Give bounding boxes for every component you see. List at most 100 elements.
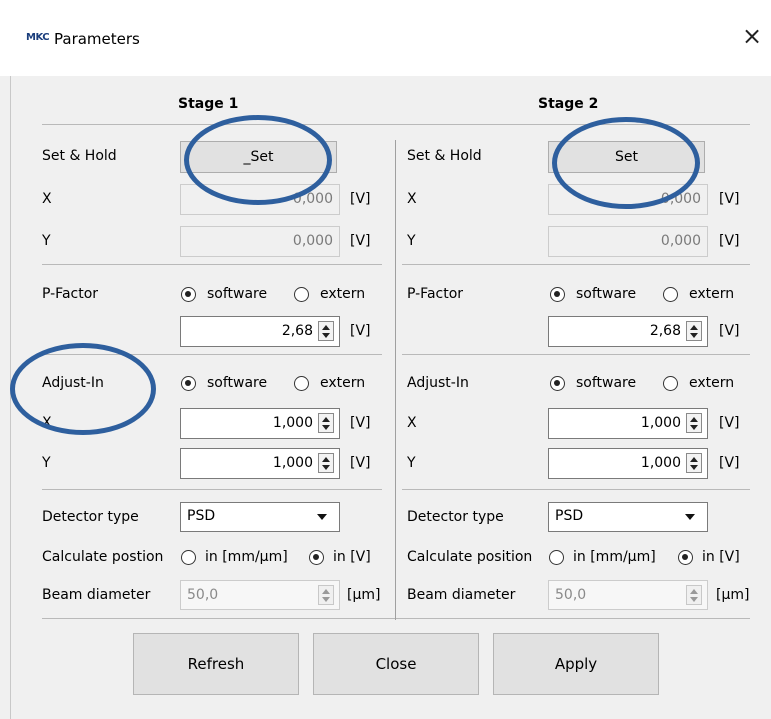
window-left-border	[10, 0, 11, 719]
window-title: Parameters	[54, 30, 140, 48]
stage2-detector-label: Detector type	[407, 509, 504, 525]
stage1-beam-spin-icon[interactable]	[318, 585, 334, 605]
stage1-y-field[interactable]: 0,000	[180, 226, 340, 257]
stage2-set-hold-label: Set & Hold	[407, 148, 482, 164]
stage1-set-button[interactable]: _Set	[180, 141, 337, 173]
stage2-adjust-y-spinbox[interactable]: 1,000	[548, 448, 708, 479]
stage1-beam-label: Beam diameter	[42, 587, 151, 603]
stage1-pfactor-label: P-Factor	[42, 286, 99, 302]
stage2-adjust-label: Adjust-In	[407, 375, 469, 391]
stage2-beam-spinbox[interactable]: 50,0	[548, 580, 708, 610]
stage2-adjust-extern-radio[interactable]	[663, 376, 678, 391]
stage1-adjust-x-label: X	[42, 415, 52, 431]
stage1-adjust-y-value: 1,000	[272, 455, 313, 471]
stage1-pfactor-spin-icon[interactable]	[318, 321, 334, 341]
separator-stage2-c	[402, 489, 750, 490]
stage2-y-field[interactable]: 0,000	[548, 226, 708, 257]
stage2-adjust-y-unit: [V]	[719, 455, 740, 471]
stage1-beam-value: 50,0	[187, 587, 219, 603]
stage1-y-unit: [V]	[350, 233, 371, 249]
separator-stage2-b	[402, 354, 750, 355]
stage2-beam-unit: [µm]	[716, 587, 750, 603]
stage2-detector-select[interactable]: PSD	[548, 502, 708, 532]
stage2-adjust-x-value: 1,000	[640, 415, 681, 431]
stage2-beam-spin-icon[interactable]	[686, 585, 702, 605]
stage1-adjust-software-radio[interactable]	[181, 376, 196, 391]
stage1-adjust-extern-radio[interactable]	[294, 376, 309, 391]
stage2-calc-mm-label: in [mm/µm]	[573, 549, 656, 565]
stage2-adjust-y-value: 1,000	[640, 455, 681, 471]
stage1-adjust-x-spinbox[interactable]: 1,000	[180, 408, 340, 439]
stage2-pfactor-spin-icon[interactable]	[686, 321, 702, 341]
stage1-calc-label: Calculate postion	[42, 549, 164, 565]
stage1-x-value: 0,000	[292, 191, 333, 207]
stage1-x-field[interactable]: 0,000	[180, 184, 340, 215]
stage1-detector-label: Detector type	[42, 509, 139, 525]
stage2-y-label: Y	[407, 233, 416, 249]
stage1-beam-spinbox[interactable]: 50,0	[180, 580, 340, 610]
stage1-adjust-y-unit: [V]	[350, 455, 371, 471]
stage-divider	[395, 140, 396, 620]
stage1-pfactor-software-radio[interactable]	[181, 287, 196, 302]
stage2-title: Stage 2	[538, 96, 599, 112]
title-bar: MKC Parameters ×	[0, 0, 771, 76]
stage1-calc-v-radio[interactable]	[309, 550, 324, 565]
separator-stage1-b	[42, 354, 382, 355]
stage2-detector-value: PSD	[555, 508, 584, 524]
stage2-adjust-x-unit: [V]	[719, 415, 740, 431]
stage1-pfactor-unit: [V]	[350, 323, 371, 339]
stage2-adjust-x-spinbox[interactable]: 1,000	[548, 408, 708, 439]
stage1-pfactor-spinbox[interactable]: 2,68	[180, 316, 340, 347]
stage2-calc-mm-radio[interactable]	[549, 550, 564, 565]
stage1-title: Stage 1	[178, 96, 239, 112]
stage2-adjust-x-spin-icon[interactable]	[686, 413, 702, 433]
stage2-pfactor-value: 2,68	[649, 323, 681, 339]
stage2-detector-chevron-down-icon	[685, 514, 695, 520]
stage2-pfactor-label: P-Factor	[407, 286, 464, 302]
stage1-calc-mm-radio[interactable]	[181, 550, 196, 565]
close-button[interactable]: Close	[313, 633, 479, 695]
stage2-pfactor-extern-radio[interactable]	[663, 287, 678, 302]
stage2-beam-label: Beam diameter	[407, 587, 516, 603]
stage1-adjust-extern-label: extern	[320, 375, 366, 391]
stage1-set-hold-label: Set & Hold	[42, 148, 117, 164]
stage1-adjust-x-value: 1,000	[272, 415, 313, 431]
stage2-beam-value: 50,0	[555, 587, 587, 603]
app-logo: MKC	[26, 32, 50, 43]
stage2-calc-v-label: in [V]	[702, 549, 740, 565]
stage2-pfactor-unit: [V]	[719, 323, 740, 339]
stage2-calc-label: Calculate position	[407, 549, 533, 565]
stage2-pfactor-spinbox[interactable]: 2,68	[548, 316, 708, 347]
stage2-set-button[interactable]: Set	[548, 141, 705, 173]
stage1-x-label: X	[42, 191, 52, 207]
stage1-pfactor-software-label: software	[207, 286, 268, 302]
refresh-button[interactable]: Refresh	[133, 633, 299, 695]
stage2-adjust-extern-label: extern	[689, 375, 735, 391]
stage2-calc-v-radio[interactable]	[678, 550, 693, 565]
stage1-y-label: Y	[42, 233, 51, 249]
stage2-adjust-y-spin-icon[interactable]	[686, 453, 702, 473]
separator-stage2-a	[402, 264, 750, 265]
stage2-adjust-software-label: software	[576, 375, 637, 391]
close-icon[interactable]: ×	[742, 24, 762, 48]
apply-button[interactable]: Apply	[493, 633, 659, 695]
stage2-pfactor-software-label: software	[576, 286, 637, 302]
stage1-adjust-x-spin-icon[interactable]	[318, 413, 334, 433]
separator-bottom	[42, 618, 750, 619]
stage2-adjust-x-label: X	[407, 415, 417, 431]
stage2-pfactor-software-radio[interactable]	[550, 287, 565, 302]
stage1-calc-mm-label: in [mm/µm]	[205, 549, 288, 565]
stage1-detector-chevron-down-icon	[317, 514, 327, 520]
stage1-pfactor-extern-radio[interactable]	[294, 287, 309, 302]
stage1-adjust-x-unit: [V]	[350, 415, 371, 431]
stage1-detector-select[interactable]: PSD	[180, 502, 340, 532]
stage2-adjust-y-label: Y	[407, 455, 416, 471]
stage1-adjust-y-spinbox[interactable]: 1,000	[180, 448, 340, 479]
stage1-adjust-software-label: software	[207, 375, 268, 391]
stage1-adjust-label: Adjust-In	[42, 375, 104, 391]
stage2-adjust-software-radio[interactable]	[550, 376, 565, 391]
stage1-pfactor-value: 2,68	[281, 323, 313, 339]
stage2-x-field[interactable]: 0,000	[548, 184, 708, 215]
stage1-adjust-y-spin-icon[interactable]	[318, 453, 334, 473]
stage1-pfactor-extern-label: extern	[320, 286, 366, 302]
